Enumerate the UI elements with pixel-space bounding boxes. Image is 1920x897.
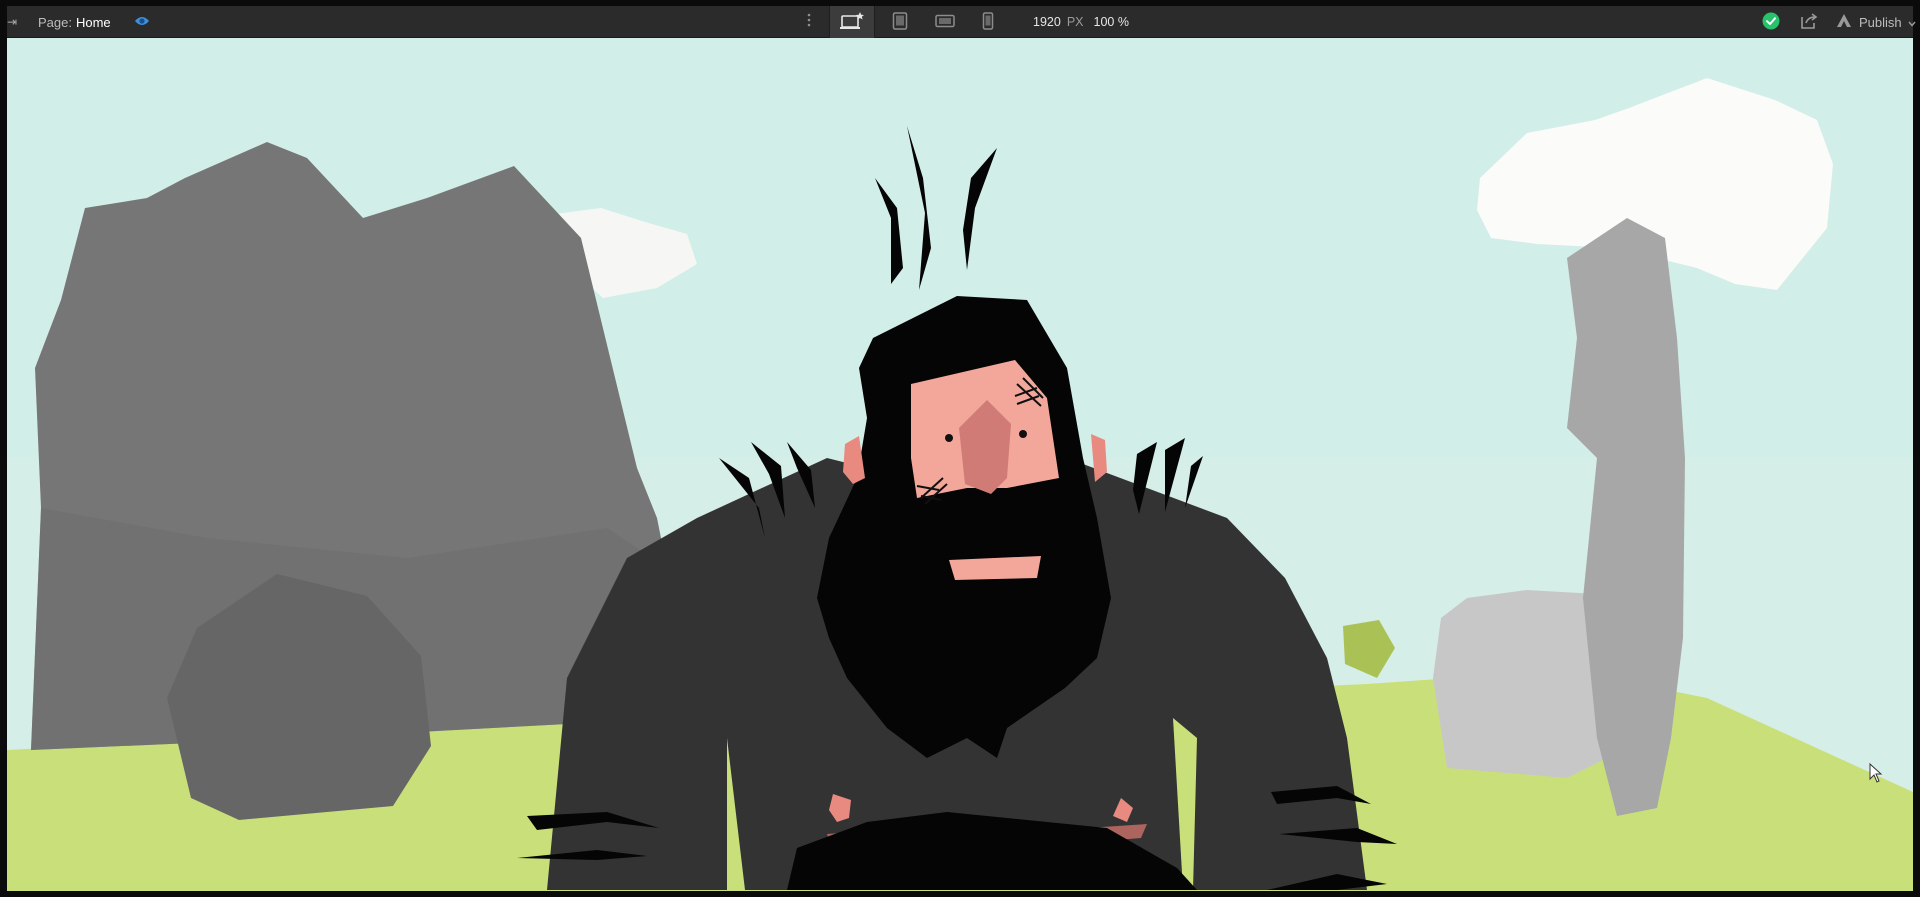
designer-toolbar: ⇥ Page: Home 1920 PX 100 % Publish <box>7 6 1916 38</box>
mouth <box>949 556 1041 580</box>
page-label: Page: <box>38 14 72 30</box>
publish-label: Publish <box>1859 14 1902 30</box>
vertical-dots-icon <box>807 13 811 32</box>
page-selector[interactable]: Page: Home <box>38 6 111 38</box>
chevron-down-icon <box>1908 15 1916 30</box>
zoom-value: 100 % <box>1093 15 1129 29</box>
desktop-star-icon <box>839 11 865 34</box>
panel-toggle-handle[interactable]: ⇥ <box>7 6 17 38</box>
publish-button[interactable]: Publish <box>1835 6 1916 38</box>
canvas-width-unit: PX <box>1066 15 1084 29</box>
phone-icon <box>982 11 994 33</box>
site-status-indicator[interactable] <box>1759 6 1783 38</box>
breakpoint-desktop-button[interactable] <box>829 6 875 38</box>
share-export-icon <box>1800 12 1818 32</box>
scene-illustration <box>7 38 1913 891</box>
preview-button[interactable] <box>131 6 153 38</box>
breakpoint-phone-button[interactable] <box>973 6 1003 38</box>
tablet-icon <box>892 11 908 33</box>
page-name: Home <box>75 14 111 30</box>
app-window: ⇥ Page: Home 1920 PX 100 % Publish <box>0 0 1920 897</box>
export-code-button[interactable] <box>1797 6 1821 38</box>
rock-low-right <box>1433 590 1607 778</box>
mouse-cursor-icon <box>1869 762 1885 788</box>
breakpoint-landscape-button[interactable] <box>927 6 963 38</box>
canvas-width-value: 1920 <box>1033 15 1061 29</box>
more-options-button[interactable] <box>801 6 817 38</box>
eye-left <box>945 434 953 442</box>
tablet-landscape-icon <box>935 14 955 31</box>
publish-icon <box>1835 13 1853 32</box>
breakpoint-tablet-button[interactable] <box>883 6 917 38</box>
eye-right <box>1019 430 1027 438</box>
design-canvas[interactable] <box>7 38 1913 891</box>
canvas-size-readout[interactable]: 1920 PX 100 % <box>1033 6 1129 38</box>
check-circle-icon <box>1762 12 1780 33</box>
eye-icon <box>134 15 150 30</box>
